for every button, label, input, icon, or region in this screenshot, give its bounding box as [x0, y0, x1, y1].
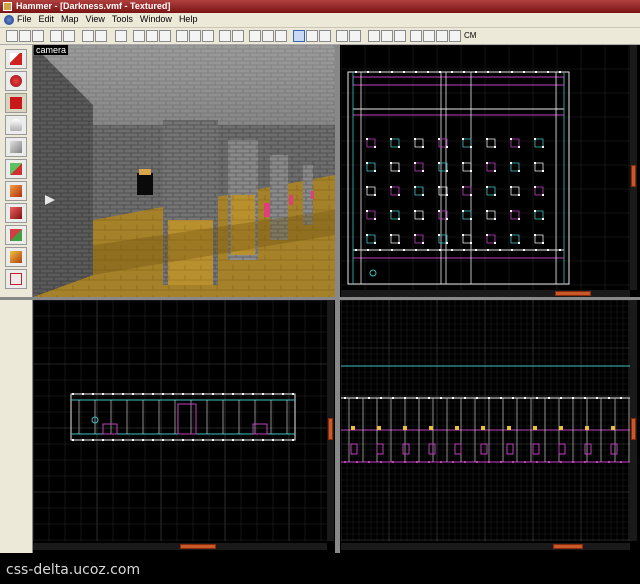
visgroup-icon[interactable] [449, 30, 461, 42]
hide-icon[interactable] [159, 30, 171, 42]
camera-tool-icon [10, 97, 22, 109]
menu-window[interactable]: Window [140, 14, 172, 24]
entity-tool-button[interactable] [5, 115, 27, 135]
path-tool-icon [10, 273, 22, 285]
radius-culling-icon[interactable] [336, 30, 348, 42]
side-view-viewport[interactable] [341, 300, 630, 541]
camera-tool-button[interactable] [5, 93, 27, 113]
side-view-canvas [341, 300, 630, 541]
texture-lock-icon[interactable] [219, 30, 231, 42]
select-tool-icon[interactable] [293, 30, 305, 42]
magnify-tool-button[interactable] [5, 71, 27, 91]
top-view-viewport[interactable] [341, 45, 630, 290]
grid-larger-icon[interactable] [50, 30, 62, 42]
front-view-vscrollbar[interactable] [327, 300, 334, 541]
texture-scale-lock-icon[interactable] [232, 30, 244, 42]
top-view-hscroll-thumb[interactable] [555, 291, 591, 296]
menu-tools[interactable]: Tools [112, 14, 133, 24]
check-problems-icon[interactable] [381, 30, 393, 42]
world-icon[interactable] [423, 30, 435, 42]
apply-texture-button[interactable] [5, 181, 27, 201]
window-title: Hammer - [Darkness.vmf - Textured] [16, 1, 171, 11]
watermark-text: css-delta.ucoz.com [6, 562, 141, 578]
undo-icon[interactable] [82, 30, 94, 42]
pointer-tool-button[interactable] [5, 49, 27, 69]
texture-tool-button[interactable] [5, 159, 27, 179]
cordon-icon[interactable] [319, 30, 331, 42]
front-view-hscrollbar[interactable] [33, 543, 327, 550]
carve-icon[interactable] [115, 30, 127, 42]
vertex-tool-icon [10, 251, 22, 263]
decal-tool-icon [10, 207, 22, 219]
app-icon [3, 2, 12, 11]
toolbar-option-icon[interactable] [349, 30, 361, 42]
camera-viewport[interactable]: camera [33, 45, 335, 297]
front-view-hscroll-thumb[interactable] [180, 544, 216, 549]
side-view-hscrollbar[interactable] [341, 543, 630, 550]
grid-toggle-icon[interactable] [6, 30, 18, 42]
side-view-hscroll-thumb[interactable] [553, 544, 583, 549]
texture-browser-icon[interactable] [436, 30, 448, 42]
front-view-vscroll-thumb[interactable] [328, 418, 333, 440]
menu-edit[interactable]: Edit [39, 14, 55, 24]
clip-tool-button[interactable] [5, 225, 27, 245]
copy-icon[interactable] [189, 30, 201, 42]
menu-help[interactable]: Help [179, 14, 198, 24]
cm-label[interactable]: CM [464, 31, 476, 40]
footer: css-delta.ucoz.com [0, 553, 640, 584]
block-tool-button[interactable] [5, 137, 27, 157]
hazard-stripe-icon[interactable] [262, 30, 274, 42]
front-view-viewport[interactable] [33, 300, 327, 541]
block-tool-icon [10, 141, 22, 153]
path-tool-button[interactable] [5, 269, 27, 289]
apply-texture-icon [10, 185, 22, 197]
entity-tool-icon [10, 119, 22, 131]
pointer-tool-icon [10, 53, 22, 65]
camera-label: camera [34, 45, 69, 55]
paste-icon[interactable] [202, 30, 214, 42]
menu-map[interactable]: Map [61, 14, 79, 24]
top-view-vscroll-thumb[interactable] [631, 165, 636, 187]
snap-grid-icon[interactable] [249, 30, 261, 42]
viewport-splitter-vertical[interactable] [335, 45, 340, 553]
menu-bar: File Edit Map View Tools Window Help [0, 13, 640, 28]
cut-icon[interactable] [176, 30, 188, 42]
hammer-logo-icon [4, 15, 14, 25]
tie-to-entity-icon[interactable] [410, 30, 422, 42]
group-icon[interactable] [133, 30, 145, 42]
top-view-hscrollbar[interactable] [341, 290, 630, 297]
menu-view[interactable]: View [86, 14, 105, 24]
show-entity-report-icon[interactable] [394, 30, 406, 42]
hazard-frame-icon[interactable] [275, 30, 287, 42]
run-map-icon[interactable] [368, 30, 380, 42]
decal-tool-button[interactable] [5, 203, 27, 223]
view-2d-icon[interactable] [32, 30, 44, 42]
vertex-tool-button[interactable] [5, 247, 27, 267]
clip-tool-icon [10, 229, 22, 241]
view-3d-icon[interactable] [19, 30, 31, 42]
title-bar: Hammer - [Darkness.vmf - Textured] [0, 0, 640, 13]
side-view-vscrollbar[interactable] [630, 300, 637, 541]
tool-palette-empty [0, 297, 33, 553]
side-view-vscroll-thumb[interactable] [631, 418, 636, 440]
texture-tool-icon [10, 163, 22, 175]
toolbar: CM [0, 28, 640, 45]
magnify-tool-icon [10, 75, 22, 87]
top-view-vscrollbar[interactable] [630, 45, 637, 290]
redo-icon[interactable] [95, 30, 107, 42]
top-view-canvas [341, 45, 630, 290]
ungroup-icon[interactable] [146, 30, 158, 42]
grid-smaller-icon[interactable] [63, 30, 75, 42]
tool-palette [0, 45, 33, 297]
camera-scene [33, 45, 335, 297]
menu-file[interactable]: File [17, 14, 32, 24]
front-view-canvas [33, 300, 327, 541]
selection-mode-icon[interactable] [306, 30, 318, 42]
